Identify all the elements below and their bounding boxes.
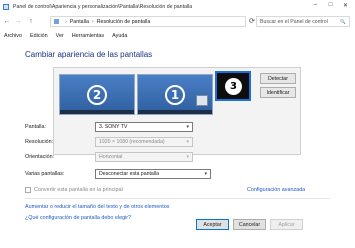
monitor-3[interactable]: 3 bbox=[215, 71, 251, 101]
multiple-displays-select-value: Desconectar esta pantalla bbox=[99, 171, 159, 177]
monitor-1[interactable]: 1 bbox=[137, 74, 213, 115]
back-arrow-icon[interactable]: ← bbox=[3, 17, 11, 27]
display-label: Pantalla: bbox=[25, 124, 46, 130]
chevron-down-icon: ▾ bbox=[204, 171, 207, 177]
menu-item-herramientas[interactable]: Herramientas bbox=[72, 33, 104, 39]
cancel-button[interactable]: Cancelar bbox=[233, 219, 266, 230]
chevron-down-icon: ▾ bbox=[186, 154, 189, 160]
multiple-displays-select[interactable]: Desconectar esta pantalla ▾ bbox=[95, 169, 211, 179]
close-button[interactable]: ✕ bbox=[338, 0, 353, 10]
folder-icon bbox=[54, 19, 59, 24]
text-size-link[interactable]: Aumentar o reducir el tamaño del texto y… bbox=[25, 204, 169, 210]
forward-arrow-icon[interactable]: → bbox=[14, 17, 22, 27]
make-primary-checkbox[interactable]: Convertir esta pantalla en la principal bbox=[25, 187, 123, 193]
checkbox-box[interactable] bbox=[25, 187, 31, 193]
page-title: Cambiar apariencia de las pantallas bbox=[25, 50, 153, 59]
window-controls: – □ ✕ bbox=[308, 0, 353, 10]
resolution-label: Resolución: bbox=[25, 139, 54, 145]
make-primary-label: Convertir esta pantalla en la principal bbox=[34, 187, 123, 193]
taskbar-preview bbox=[60, 110, 134, 114]
which-settings-link[interactable]: ¿Qué configuración de pantalla debo eleg… bbox=[25, 215, 131, 221]
main-content: Cambiar apariencia de las pantallas 2 1 … bbox=[0, 42, 355, 248]
resolution-select-value: 1920 × 1080 (recomendada) bbox=[99, 139, 165, 145]
identify-button[interactable]: Identificar bbox=[260, 87, 296, 98]
up-arrow-icon[interactable]: ↑ bbox=[27, 17, 35, 27]
refresh-icon[interactable]: ⟳ bbox=[249, 17, 255, 25]
search-input[interactable]: Buscar en el Panel de control 🔍 bbox=[256, 16, 350, 27]
chevron-down-icon: ▾ bbox=[186, 124, 189, 130]
title-bar: Panel de control\Apariencia y personaliz… bbox=[0, 0, 355, 13]
display-select[interactable]: 3. SONY TV ▾ bbox=[95, 122, 193, 132]
window-title: Panel de control\Apariencia y personaliz… bbox=[13, 3, 193, 10]
menu-item-ayuda[interactable]: Ayuda bbox=[112, 33, 127, 39]
address-bar: ← → ↑ › Pantalla › Resolución de pantall… bbox=[0, 14, 355, 29]
maximize-button[interactable]: □ bbox=[323, 0, 338, 10]
breadcrumb-item-pantalla[interactable]: Pantalla bbox=[70, 19, 89, 25]
breadcrumb-item-resolucion[interactable]: Resolución de pantalla bbox=[97, 19, 151, 25]
accept-button[interactable]: Aceptar bbox=[196, 219, 229, 230]
advanced-settings-link[interactable]: Configuración avanzada bbox=[247, 187, 305, 193]
chevron-down-icon: ▾ bbox=[186, 139, 189, 145]
multiple-displays-label: Varias pantallas: bbox=[25, 171, 65, 177]
primary-display-icon bbox=[196, 95, 208, 106]
breadcrumb-separator: › bbox=[91, 18, 94, 25]
menu-item-edicion[interactable]: Edición bbox=[30, 33, 48, 39]
detect-button[interactable]: Detectar bbox=[260, 73, 296, 84]
monitor-number: 2 bbox=[87, 84, 107, 105]
minimize-button[interactable]: – bbox=[308, 0, 323, 10]
taskbar-preview bbox=[138, 110, 212, 114]
display-select-value: 3. SONY TV bbox=[99, 124, 128, 130]
orientation-select: Horizontal ▾ bbox=[95, 152, 193, 162]
search-icon: 🔍 bbox=[340, 18, 346, 24]
orientation-label: Orientación: bbox=[25, 154, 55, 160]
monitor-2[interactable]: 2 bbox=[59, 74, 135, 115]
search-placeholder: Buscar en el Panel de control bbox=[260, 18, 328, 25]
menu-item-archivo[interactable]: Archivo bbox=[4, 33, 22, 39]
resolution-select: 1920 × 1080 (recomendada) ▾ bbox=[95, 137, 193, 147]
breadcrumb[interactable]: › Pantalla › Resolución de pantalla bbox=[50, 16, 246, 27]
divider bbox=[25, 198, 330, 199]
monitor-number: 1 bbox=[165, 84, 185, 105]
menu-bar: Archivo Edición Ver Herramientas Ayuda bbox=[0, 30, 355, 41]
control-panel-icon bbox=[3, 3, 9, 10]
breadcrumb-separator: › bbox=[65, 18, 67, 25]
monitor-number: 3 bbox=[225, 78, 242, 95]
orientation-select-value: Horizontal bbox=[99, 154, 123, 160]
apply-button[interactable]: Aplicar bbox=[270, 219, 303, 230]
menu-item-ver[interactable]: Ver bbox=[56, 33, 64, 39]
